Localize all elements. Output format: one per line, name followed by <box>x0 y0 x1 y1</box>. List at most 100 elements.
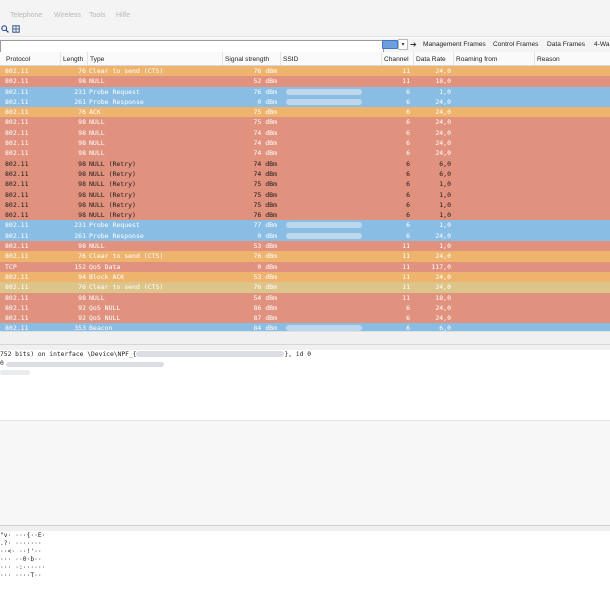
packet-row[interactable]: 802.11 98 NULL 53 dBm 11 1,0 <box>0 241 610 252</box>
cell-channel: 6 <box>406 200 410 209</box>
cell-channel: 6 <box>406 128 410 137</box>
redacted-ssid <box>286 88 362 95</box>
column-channel[interactable]: Channel <box>381 52 413 65</box>
cell-protocol: 802.11 <box>5 169 29 178</box>
cell-signal: 76 dBm <box>253 211 277 220</box>
cell-protocol: 802.11 <box>5 77 29 86</box>
redacted-ssid <box>286 232 362 239</box>
apply-filter-arrow-icon[interactable]: ➔ <box>410 38 417 51</box>
cell-length: 231 <box>74 221 86 230</box>
packet-list: Protocol Length Type Signal strength SSI… <box>0 52 610 344</box>
column-length[interactable]: Length <box>60 52 87 65</box>
packet-row[interactable]: 802.11 98 NULL 74 dBm 6 24,0 <box>0 127 610 139</box>
cell-signal: 76 dBm <box>253 67 277 75</box>
cell-signal: 74 dBm <box>253 128 277 137</box>
packet-row[interactable]: 802.11 76 Clear to send (CTS) 76 dBm 11 24,0 <box>0 282 610 293</box>
menu-tools[interactable]: Tools <box>89 12 105 19</box>
bytes-line: ··· ····T·· <box>0 572 42 579</box>
cell-length: 76 <box>78 67 86 75</box>
packet-list-scrollbar[interactable] <box>0 331 610 344</box>
frame-interface-line[interactable]: 752 bits) on interface \Device\NPF_{}, i… <box>0 351 311 358</box>
packet-row[interactable]: 802.11 98 NULL (Retry) 75 dBm 6 1,0 <box>0 199 610 211</box>
packet-row[interactable]: 802.11 261 Probe Response 0 dBm 6 24,0 <box>0 230 610 242</box>
cell-length: 94 <box>78 272 86 281</box>
cell-protocol: 802.11 <box>5 221 29 230</box>
packet-row[interactable]: 802.11 98 NULL (Retry) 75 dBm 6 1,0 <box>0 179 610 190</box>
filter-button-4way[interactable]: 4-Wa <box>594 38 610 52</box>
cell-length: 152 <box>74 262 86 271</box>
cell-rate: 24,0 <box>435 303 451 312</box>
packet-row[interactable]: 802.11 231 Probe Request 76 dBm 6 1,0 <box>0 86 610 97</box>
filter-button-management-frames[interactable]: Management Frames <box>423 38 486 52</box>
cell-channel: 6 <box>406 97 410 106</box>
cell-rate: 24,0 <box>435 139 451 148</box>
filter-button-data-frames[interactable]: Data Frames <box>547 38 585 52</box>
cell-rate: 24,0 <box>435 231 451 240</box>
cell-type: Probe Request <box>89 87 140 96</box>
packet-row[interactable]: 802.11 76 ACK 75 dBm 6 24,0 <box>0 107 610 118</box>
packet-row[interactable]: TCP 152 QoS Data 0 dBm 11 117,0 <box>0 261 610 272</box>
cell-signal: 53 dBm <box>253 272 277 281</box>
cell-type: Block ACK <box>89 272 125 281</box>
column-signal-strength[interactable]: Signal strength <box>222 52 280 65</box>
packet-row[interactable]: 802.11 98 NULL (Retry) 76 dBm 6 1,0 <box>0 210 610 221</box>
packet-row[interactable]: 802.11 76 Clear to send (CTS) 76 dBm 11 24,0 <box>0 251 610 262</box>
menu-help[interactable]: Hilfe <box>116 12 130 19</box>
menu-wireless[interactable]: Wireless <box>54 12 81 19</box>
packet-row[interactable]: 802.11 261 Probe Response 0 dBm 6 24,0 <box>0 96 610 108</box>
resize-columns-icon[interactable] <box>12 25 20 33</box>
filter-dropdown-button[interactable]: ▾ <box>398 39 408 50</box>
cell-type: QoS NULL <box>89 314 121 323</box>
cell-rate: 1,0 <box>439 221 451 230</box>
bytes-line: ··· ·:······ <box>0 564 46 571</box>
packet-row[interactable]: 802.11 98 NULL (Retry) 74 dBm 6 6,0 <box>0 158 610 169</box>
packet-row[interactable]: 802.11 231 Probe Request 77 dBm 6 1,0 <box>0 220 610 231</box>
cell-protocol: 802.11 <box>5 128 29 137</box>
cell-rate: 24,0 <box>435 314 451 323</box>
cell-rate: 117,0 <box>431 262 451 271</box>
cell-length: 76 <box>78 108 86 117</box>
redacted-ssid <box>286 98 362 105</box>
menu-telephone[interactable]: Telephone <box>10 12 42 19</box>
cell-channel: 11 <box>402 293 410 302</box>
cell-protocol: 802.11 <box>5 303 29 312</box>
cell-channel: 6 <box>406 221 410 230</box>
cell-channel: 6 <box>406 211 410 220</box>
packet-row[interactable]: 802.11 98 NULL 74 dBm 6 24,0 <box>0 138 610 149</box>
cell-type: NULL (Retry) <box>89 200 136 209</box>
cell-protocol: 802.11 <box>5 314 29 323</box>
zoom-icon[interactable] <box>1 25 9 33</box>
packet-row[interactable]: 802.11 98 NULL 74 dBm 6 24,0 <box>0 148 610 159</box>
cell-protocol: 802.11 <box>5 272 29 281</box>
packet-row[interactable]: 802.11 98 NULL 52 dBm 11 18,0 <box>0 76 610 87</box>
cell-signal: 76 dBm <box>253 283 277 292</box>
column-ssid[interactable]: SSID <box>280 52 381 65</box>
column-protocol[interactable]: Protocol <box>4 52 60 65</box>
packet-row[interactable]: 802.11 98 NULL (Retry) 75 dBm 6 1,0 <box>0 189 610 200</box>
packet-row[interactable]: 802.11 98 NULL 75 dBm 6 24,0 <box>0 117 610 128</box>
filter-bookmark-button[interactable] <box>382 40 398 49</box>
column-data-rate[interactable]: Data Rate <box>413 52 453 65</box>
cell-rate: 1,0 <box>439 190 451 199</box>
packet-row[interactable]: 802.11 76 Clear to send (CTS) 76 dBm 11 24,0 <box>0 66 610 77</box>
cell-signal: 0 dBm <box>257 231 277 240</box>
column-roaming-from[interactable]: Roaming from <box>453 52 534 65</box>
cell-rate: 24,0 <box>435 252 451 261</box>
packet-row[interactable]: 802.11 98 NULL 54 dBm 11 18,0 <box>0 292 610 303</box>
cell-channel: 6 <box>406 314 410 323</box>
cell-signal: 75 dBm <box>253 190 277 199</box>
column-type[interactable]: Type <box>87 52 222 65</box>
cell-channel: 6 <box>406 118 410 127</box>
cell-length: 98 <box>78 242 86 251</box>
packet-row[interactable]: 802.11 98 NULL (Retry) 74 dBm 6 6,0 <box>0 168 610 180</box>
packet-row[interactable]: 802.11 94 Block ACK 53 dBm 11 24,0 <box>0 271 610 283</box>
packet-row[interactable]: 802.11 92 QoS NULL 87 dBm 6 24,0 <box>0 313 610 324</box>
detail-line-2[interactable]: 0 <box>0 360 4 367</box>
cell-protocol: 802.11 <box>5 190 29 199</box>
packet-row[interactable]: 802.11 92 QoS NULL 86 dBm 6 24,0 <box>0 302 610 314</box>
column-reason[interactable]: Reason <box>534 52 610 65</box>
filter-button-control-frames[interactable]: Control Frames <box>493 38 538 52</box>
cell-type: Probe Response <box>89 231 144 240</box>
cell-protocol: 802.11 <box>5 149 29 158</box>
cell-protocol: 802.11 <box>5 87 29 96</box>
